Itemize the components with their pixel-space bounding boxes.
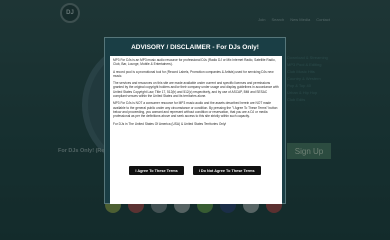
disagree-button[interactable]: I Do Not Agree To These Terms bbox=[192, 166, 261, 175]
disclaimer-paragraph: MP3 For DJs is NOT a consumer resource f… bbox=[113, 101, 278, 119]
disclaimer-paragraph: The services and resources on this site … bbox=[113, 81, 279, 99]
modal-button-row: I Agree To These Terms I Do Not Agree To… bbox=[105, 166, 285, 175]
disclaimer-modal: ADVISORY / DISCLAIMER - For DJs Only! MP… bbox=[104, 37, 286, 204]
agree-button[interactable]: I Agree To These Terms bbox=[129, 166, 184, 175]
modal-title: ADVISORY / DISCLAIMER - For DJs Only! bbox=[131, 43, 259, 51]
disclaimer-paragraph: MP3 For DJs is an MP3 music audio resour… bbox=[113, 58, 276, 67]
modal-body: MP3 For DJs is an MP3 music audio resour… bbox=[110, 56, 282, 204]
disclaimer-paragraph: For DJs in The United States Of America … bbox=[113, 121, 227, 126]
disclaimer-paragraph: A record pool is a promotional tool for … bbox=[113, 69, 274, 78]
